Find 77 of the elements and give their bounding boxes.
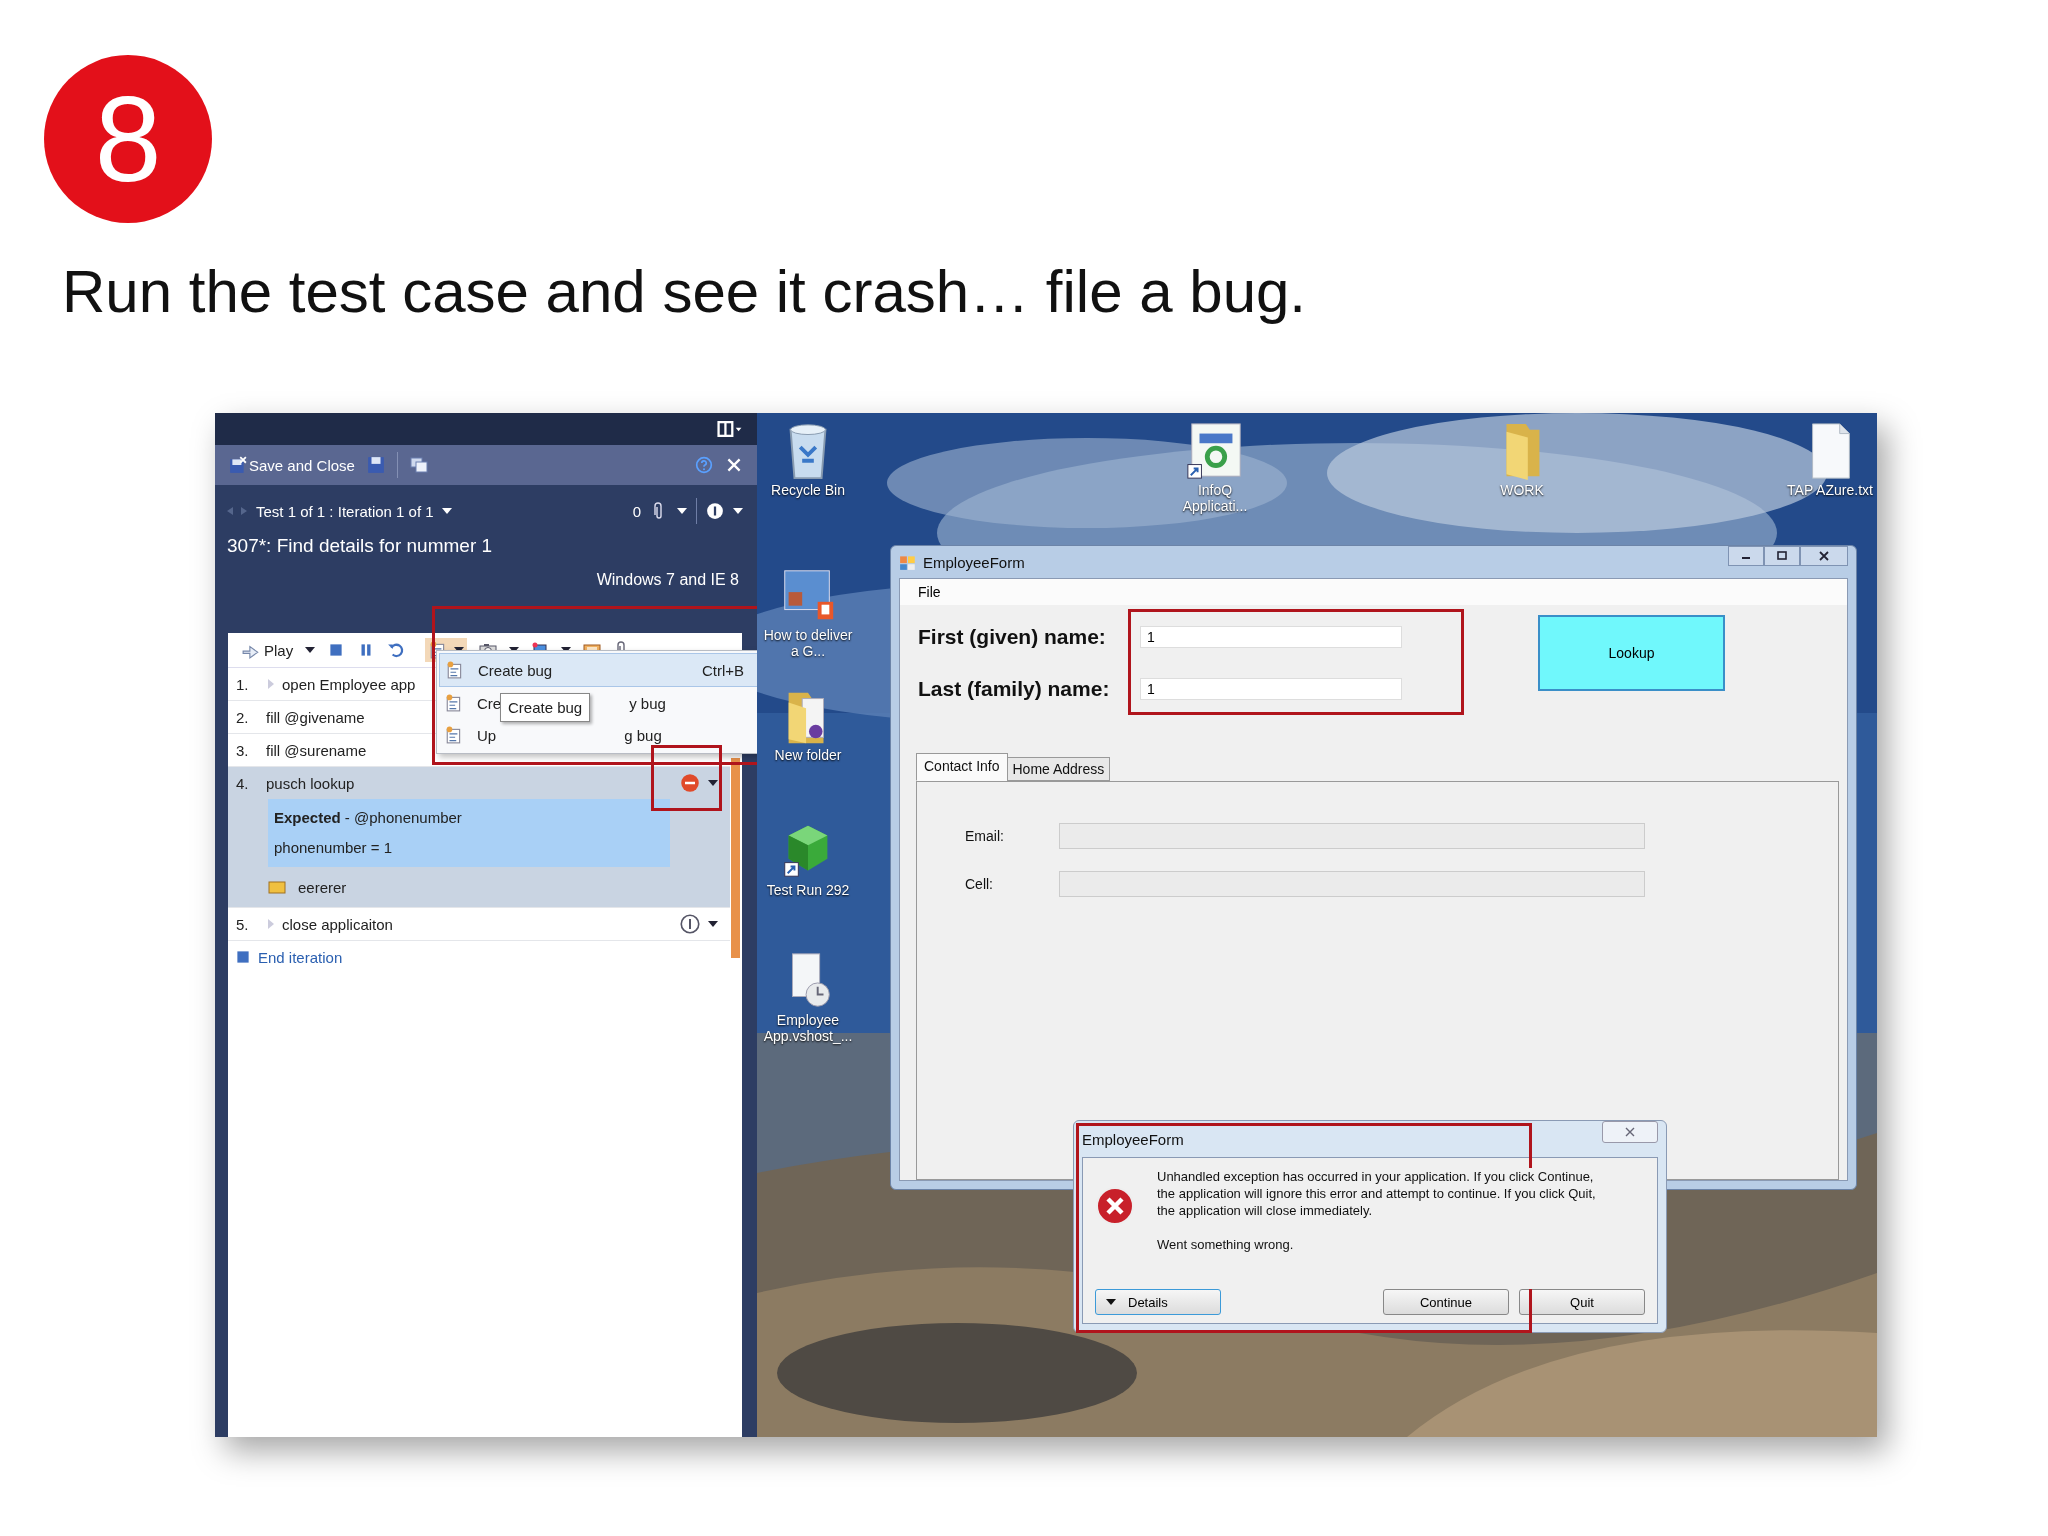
details-button[interactable]: Details: [1095, 1289, 1221, 1315]
maximize-icon: [1776, 551, 1788, 561]
input-field[interactable]: [1059, 823, 1645, 849]
step-text: fill @surename: [266, 741, 367, 759]
input-field[interactable]: [1059, 871, 1645, 897]
window-title: EmployeeForm: [923, 553, 1025, 571]
input-field[interactable]: 1: [1140, 678, 1402, 700]
step-text: pusch lookup: [266, 774, 355, 792]
save-icon[interactable]: [366, 456, 385, 474]
save-icon: [229, 456, 247, 474]
bug-report-icon: [446, 661, 464, 679]
app-icon: [899, 553, 917, 571]
end-iteration-link[interactable]: End iteration: [258, 948, 343, 966]
step-text: open Employee app: [282, 675, 416, 693]
caret-icon[interactable]: [708, 780, 718, 786]
step-number: 2.: [236, 708, 250, 726]
step-number: 5.: [236, 915, 250, 933]
note-icon: [268, 878, 286, 896]
close-icon: [1818, 551, 1830, 561]
minimize-button[interactable]: [1728, 546, 1764, 566]
tab[interactable]: Contact Info: [916, 753, 1008, 781]
error-icon: [1095, 1186, 1135, 1226]
failed-status-icon[interactable]: [680, 773, 700, 793]
caret-icon[interactable]: [708, 921, 718, 927]
test-case-title: 307*: Find details for nummer 1: [227, 535, 494, 557]
info-status-icon[interactable]: [680, 914, 700, 934]
tooltip: Create bug: [500, 693, 591, 722]
field-label: First (given) name:: [918, 625, 1107, 649]
step-text: close applicaiton: [282, 915, 393, 933]
caret-icon[interactable]: [305, 647, 316, 653]
dialog-button[interactable]: Quit: [1519, 1289, 1645, 1315]
step-number: 1.: [236, 675, 250, 693]
layout-icon[interactable]: [717, 421, 743, 437]
input-field[interactable]: 1: [1140, 626, 1402, 648]
stop-icon: [234, 948, 252, 966]
slide-title: Run the test case and see it crash… file a bug.: [62, 257, 1308, 326]
configuration-label: Windows 7 and IE 8: [595, 571, 739, 589]
desktop-icon-label[interactable]: Test Run 292: [758, 882, 858, 899]
error-message: Unhandled exception has occurred in your application. If you click Continue, the application will ignore this error and attempt to continue. If you click Quit, the application will close immediately.: [1157, 1168, 1597, 1219]
field-label: Last (family) name:: [918, 677, 1111, 701]
menu-item[interactable]: File: [918, 584, 941, 600]
caret-icon[interactable]: [677, 508, 687, 514]
caret-icon[interactable]: [733, 508, 743, 514]
caret-icon: [441, 508, 452, 514]
dialog-button[interactable]: Continue: [1383, 1289, 1509, 1315]
tab[interactable]: Home Address: [1006, 757, 1111, 781]
attachment-count: 0: [632, 502, 641, 520]
play-button[interactable]: Play: [242, 641, 294, 659]
info-icon[interactable]: [706, 502, 724, 520]
desktop-icon-label[interactable]: Employee App.vshost_...: [758, 1012, 858, 1045]
field-label: Cell:: [965, 876, 994, 892]
desktop-icon-label[interactable]: New folder: [758, 747, 858, 764]
expected-value: phonenumber = 1: [274, 838, 393, 858]
windows-icon[interactable]: [409, 456, 428, 474]
close-icon: [1624, 1127, 1636, 1137]
step-text: fill @givename: [266, 708, 365, 726]
desktop-icon-label[interactable]: TAP AZure.txt: [1780, 482, 1877, 499]
close-icon[interactable]: [725, 456, 743, 474]
step-number: 3.: [236, 741, 250, 759]
caret-icon: [1106, 1299, 1116, 1305]
expected-result: Expected - @phonenumber: [274, 808, 463, 828]
desktop-icon-label[interactable]: Recycle Bin: [758, 482, 858, 499]
iteration-dropdown[interactable]: Test 1 of 1 : Iteration 1 of 1: [256, 502, 452, 520]
close-button[interactable]: [1800, 546, 1848, 566]
bug-report-icon: [445, 726, 463, 744]
attachment-name[interactable]: eererer: [298, 878, 347, 896]
lookup-button[interactable]: Lookup: [1538, 615, 1725, 691]
field-label: Email:: [965, 828, 1005, 844]
bug-report-icon: [445, 694, 463, 712]
dialog-title: EmployeeForm: [1082, 1130, 1184, 1148]
step-number: 4.: [236, 774, 250, 792]
test-step-row[interactable]: 5. close applicaiton: [228, 908, 730, 941]
maximize-button[interactable]: [1764, 546, 1800, 566]
save-and-close-button[interactable]: Save and Close: [229, 456, 355, 474]
step-number-badge: 8: [44, 55, 212, 223]
undo-icon[interactable]: [387, 641, 406, 659]
error-detail: Went something wrong.: [1157, 1236, 1295, 1253]
